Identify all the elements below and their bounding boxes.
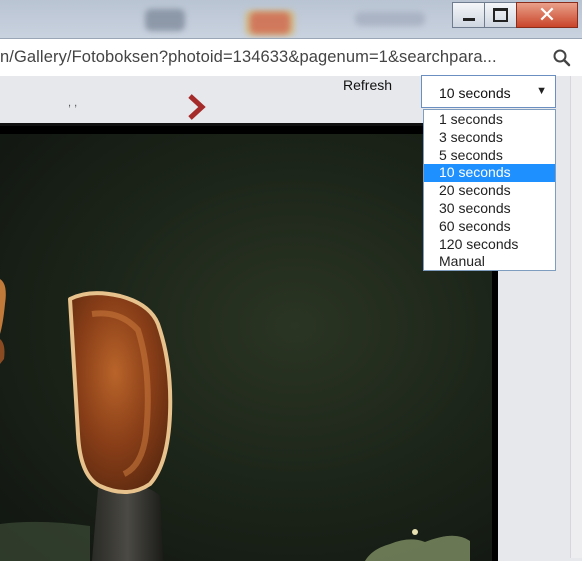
url-text[interactable]: n/Gallery/Fotoboksen?photoid=134633&page…	[0, 48, 497, 67]
option-manual[interactable]: Manual	[424, 253, 555, 271]
close-button[interactable]: ✕	[516, 2, 578, 28]
option-120-seconds[interactable]: 120 seconds	[424, 236, 555, 254]
gallery-photo[interactable]	[0, 134, 492, 561]
select-value: 10 seconds	[439, 85, 511, 101]
refresh-label: Refresh	[343, 77, 393, 93]
window-titlebar: ✕	[0, 0, 582, 38]
option-5-seconds[interactable]: 5 seconds	[424, 147, 555, 165]
chevron-right-icon[interactable]	[187, 93, 207, 121]
refresh-interval-dropdown[interactable]: 1 seconds 3 seconds 5 seconds 10 seconds…	[423, 109, 556, 271]
separator-text: , ,	[68, 97, 78, 109]
option-60-seconds[interactable]: 60 seconds	[424, 218, 555, 236]
close-icon: ✕	[537, 2, 557, 27]
option-20-seconds[interactable]: 20 seconds	[424, 182, 555, 200]
option-10-seconds[interactable]: 10 seconds	[424, 164, 555, 183]
option-1-seconds[interactable]: 1 seconds	[424, 111, 555, 129]
option-3-seconds[interactable]: 3 seconds	[424, 129, 555, 147]
minimize-icon	[462, 17, 475, 21]
triangle-down-icon: ▼	[536, 85, 547, 97]
mushroom-photo-image	[0, 279, 470, 561]
search-icon[interactable]	[552, 48, 572, 68]
address-bar[interactable]: n/Gallery/Fotoboksen?photoid=134633&page…	[0, 38, 582, 77]
option-30-seconds[interactable]: 30 seconds	[424, 200, 555, 218]
maximize-icon	[493, 8, 508, 22]
refresh-interval-select[interactable]: 10 seconds ▼	[421, 75, 556, 108]
scrollbar[interactable]	[570, 76, 582, 558]
minimize-button[interactable]	[452, 2, 485, 28]
maximize-button[interactable]	[484, 2, 517, 28]
